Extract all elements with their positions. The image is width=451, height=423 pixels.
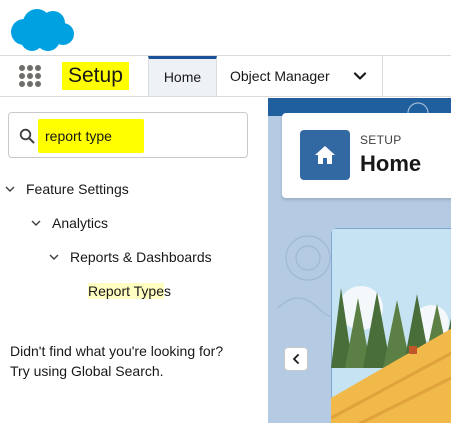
breadcrumb: SETUP — [360, 133, 402, 147]
setup-sidebar: Feature Settings Analytics Reports & Das… — [0, 98, 268, 423]
tree-item-feature-settings[interactable]: Feature Settings — [5, 179, 129, 199]
tree-item-label: Analytics — [52, 215, 109, 231]
collapse-sidebar-button[interactable] — [284, 347, 308, 371]
home-icon — [315, 146, 335, 164]
quick-find-input[interactable] — [45, 125, 245, 147]
tab-home[interactable]: Home — [148, 56, 217, 96]
tab-object-manager[interactable]: Object Manager — [217, 56, 383, 96]
tree-item-analytics[interactable]: Analytics — [31, 213, 109, 233]
app-launcher-grid-icon[interactable] — [19, 65, 41, 87]
setup-page: Setup Home Object Manager Feature Settin… — [0, 0, 451, 423]
chevron-left-icon — [293, 354, 299, 364]
tree-item-label: Feature Settings — [26, 181, 129, 197]
home-badge — [300, 130, 350, 180]
main-content: SETUP Home — [268, 98, 451, 423]
tree-item-label-highlight: Report Type — [88, 283, 165, 299]
chevron-down-icon[interactable] — [49, 252, 59, 262]
chevron-down-icon[interactable] — [5, 184, 15, 194]
salesforce-cloud-logo[interactable] — [8, 6, 76, 54]
search-icon — [19, 128, 35, 144]
chevron-down-icon[interactable] — [352, 68, 368, 84]
tab-object-manager-label: Object Manager — [230, 68, 330, 84]
page-title: Home — [360, 151, 422, 176]
tree-item-reports-dashboards[interactable]: Reports & Dashboards — [49, 247, 212, 267]
help-line-2: Try using Global Search. — [10, 363, 164, 379]
nav-bar: Setup Home Object Manager — [0, 56, 451, 97]
page-header-card: SETUP Home — [282, 113, 451, 198]
app-name: Setup — [62, 62, 129, 90]
tree-item-label-rest: s — [164, 283, 172, 299]
global-header — [0, 0, 451, 56]
help-line-1: Didn't find what you're looking for? — [10, 343, 224, 359]
tree-item-report-types[interactable]: Report Types — [88, 281, 171, 301]
quick-find-box[interactable] — [8, 112, 248, 158]
landscape-illustration — [331, 228, 451, 423]
no-results-help: Didn't find what you're looking for? Try… — [10, 341, 260, 381]
tree-item-label: Reports & Dashboards — [70, 249, 212, 265]
chevron-down-icon[interactable] — [31, 218, 41, 228]
tab-home-label: Home — [163, 69, 202, 85]
